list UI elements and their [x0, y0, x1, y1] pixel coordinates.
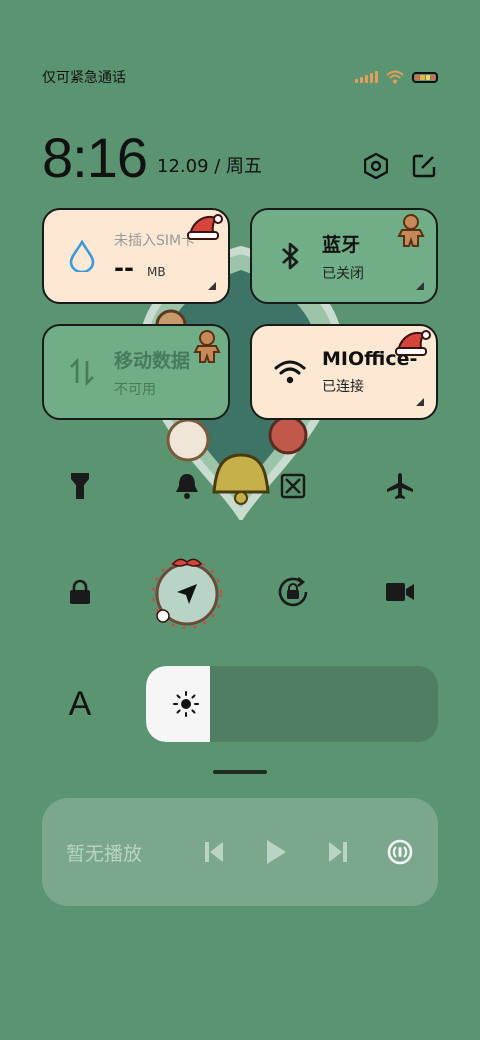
- mobile-data-text: 移动数据 不可用: [114, 346, 190, 399]
- carrier-text: 仅可紧急通话: [42, 70, 126, 86]
- location-icon: [151, 558, 222, 629]
- lock-toggle[interactable]: [42, 554, 118, 630]
- toggle-row-2: [42, 554, 438, 630]
- wifi-icon: [274, 356, 306, 388]
- screenshot-toggle[interactable]: [255, 448, 331, 524]
- tile-expand-indicator: [416, 398, 424, 406]
- airplane-toggle[interactable]: [362, 448, 438, 524]
- water-drop-icon: [66, 240, 98, 272]
- bluetooth-text: 蓝牙 已关闭: [322, 230, 364, 283]
- data-transfer-icon: [66, 356, 98, 388]
- bluetooth-tile[interactable]: 蓝牙 已关闭: [250, 208, 438, 304]
- signal-bars-icon: [355, 71, 378, 83]
- bluetooth-status: 已关闭: [322, 265, 364, 282]
- sun-icon: [173, 691, 199, 717]
- wifi-tile[interactable]: MIOffice- 已连接: [250, 324, 438, 420]
- rotation-lock-toggle[interactable]: [255, 554, 331, 630]
- panel-drag-handle[interactable]: [213, 770, 267, 774]
- toggle-row-1: [42, 448, 438, 524]
- data-usage-value: --: [114, 254, 134, 282]
- tile-expand-indicator: [208, 282, 216, 290]
- edit-button[interactable]: [410, 152, 438, 180]
- next-button[interactable]: [324, 838, 352, 866]
- media-player-card[interactable]: 暂无播放: [42, 798, 438, 906]
- santa-hat-icon: [395, 330, 431, 356]
- edit-icon: [412, 154, 436, 178]
- brightness-row: A: [42, 666, 438, 742]
- location-toggle[interactable]: [149, 554, 225, 630]
- media-title: 暂无播放: [66, 842, 143, 865]
- previous-icon: [205, 842, 223, 862]
- video-icon: [385, 583, 414, 601]
- mobile-data-title: 移动数据: [114, 349, 191, 372]
- gingerbread-icon: [397, 214, 425, 247]
- bell-icon: [175, 474, 198, 499]
- santa-hat-icon: [187, 214, 223, 240]
- cast-icon: [387, 839, 413, 865]
- rotation-lock-icon: [279, 576, 308, 607]
- wifi-status: 已连接: [322, 379, 364, 395]
- gingerbread-icon: [193, 330, 221, 363]
- flashlight-toggle[interactable]: [42, 448, 118, 524]
- data-usage-title: 未插入SIM卡: [114, 233, 196, 249]
- clock-row: 8:16 12.09 / 周五: [42, 118, 438, 188]
- settings-button[interactable]: [362, 152, 390, 180]
- airplane-icon: [386, 473, 413, 499]
- data-usage-value-row: -- MB: [114, 254, 195, 282]
- mobile-data-status: 不可用: [114, 381, 156, 398]
- media-controls: [200, 838, 414, 866]
- data-usage-unit: MB: [147, 265, 166, 279]
- battery-icon: [412, 71, 438, 83]
- font-size-button[interactable]: A: [42, 666, 118, 742]
- bluetooth-title: 蓝牙: [322, 233, 361, 256]
- bluetooth-icon: [274, 240, 306, 272]
- play-button[interactable]: [262, 838, 290, 866]
- status-bar: 仅可紧急通话: [42, 66, 438, 88]
- cast-button[interactable]: [386, 838, 414, 866]
- hexagon-settings-icon: [364, 153, 388, 179]
- screenshot-icon: [281, 473, 306, 499]
- lock-icon: [70, 579, 90, 604]
- previous-button[interactable]: [200, 838, 228, 866]
- flashlight-icon: [71, 473, 89, 499]
- tile-expand-indicator: [416, 282, 424, 290]
- brightness-slider[interactable]: [146, 666, 438, 742]
- clock-time: 8:16: [42, 126, 148, 189]
- clock-date: 12.09 / 周五: [157, 156, 263, 177]
- next-icon: [329, 842, 347, 862]
- status-icons: [355, 70, 438, 84]
- header-actions: [362, 152, 438, 180]
- data-usage-tile[interactable]: 未插入SIM卡 -- MB: [42, 208, 230, 304]
- wifi-icon: [386, 70, 404, 84]
- bell-toggle[interactable]: [149, 448, 225, 524]
- play-icon: [267, 840, 286, 864]
- data-usage-text: 未插入SIM卡 -- MB: [114, 230, 195, 282]
- mobile-data-tile[interactable]: 移动数据 不可用: [42, 324, 230, 420]
- video-toggle[interactable]: [362, 554, 438, 630]
